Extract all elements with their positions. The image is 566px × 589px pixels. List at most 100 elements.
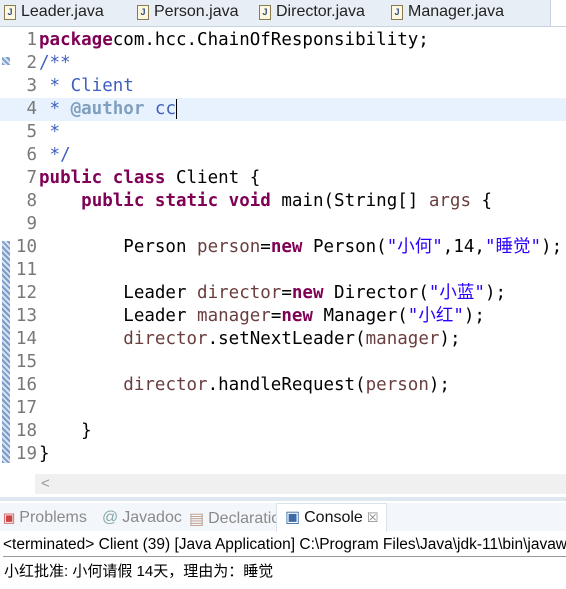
java-file-icon: J [259, 4, 271, 20]
at-icon: @ [102, 509, 119, 526]
code-token: "小蓝" [428, 283, 485, 303]
code-token: Client { [165, 168, 261, 188]
code-token: } [39, 444, 50, 464]
code-line[interactable]: 7 public class Client { [0, 167, 566, 190]
code-line[interactable]: 15 [0, 351, 566, 374]
code-line[interactable]: 8 public static void main(String[] args … [0, 190, 566, 213]
tab-client-java[interactable] [550, 0, 566, 26]
line-number: 11 [15, 260, 37, 280]
declaration-icon: ▤ [189, 511, 205, 528]
console-output: 小红批准: 小何请假 14天，理由为：睡觉 [4, 563, 274, 580]
code-line[interactable]: 5 * [0, 121, 566, 144]
line-number: 17 [15, 398, 37, 418]
code-token: .handleRequest( [207, 375, 366, 395]
code-token: manager [197, 306, 271, 326]
tab-problems[interactable]: ▣ Problems [3, 509, 87, 527]
code-token: person [197, 237, 261, 257]
horizontal-scrollbar[interactable]: < [35, 474, 566, 494]
problems-icon: ▣ [3, 510, 16, 525]
code-line[interactable]: 9 [0, 213, 566, 236]
code-line[interactable]: 12 Leader director=new Director("小蓝"); [0, 282, 566, 305]
line-number: 1 [26, 30, 37, 50]
java-file-icon: J [137, 4, 149, 20]
close-icon[interactable]: ☒ [367, 504, 379, 532]
tab-manager-java[interactable]: J Manager.java [391, 3, 504, 21]
code-line[interactable]: 13 Leader manager=new Manager("小红"); [0, 305, 566, 328]
code-line[interactable]: 1 packagecom.hcc.ChainOfResponsibility; [0, 29, 566, 52]
code-token: { [471, 191, 493, 211]
code-token: person [365, 375, 429, 395]
console-status: <terminated> Client (39) [Java Applicati… [3, 536, 566, 557]
code-token: * Client [39, 76, 134, 96]
code-token: new [281, 306, 313, 326]
line-number: 13 [15, 306, 37, 326]
code-text: * [39, 121, 61, 144]
line-number: 5 [26, 122, 37, 142]
code-token: "睡觉" [484, 237, 542, 257]
code-line[interactable]: 11 [0, 259, 566, 282]
code-text: * Client [39, 75, 134, 98]
code-token: args [428, 191, 472, 211]
code-line[interactable]: 19} [0, 443, 566, 466]
divider [0, 497, 566, 501]
code-text: } [39, 443, 50, 466]
code-token: /** [39, 53, 71, 73]
code-editor[interactable]: 1 packagecom.hcc.ChainOfResponsibility; 2/… [0, 27, 566, 477]
code-token: ); [428, 375, 450, 395]
code-line[interactable]: 14 director.setNextLeader(manager); [0, 328, 566, 351]
code-token: = [270, 306, 282, 326]
line-number: 18 [15, 421, 37, 441]
java-file-icon: J [391, 4, 403, 20]
tab-label: Person.java [154, 3, 239, 20]
line-number: 9 [26, 214, 37, 234]
tab-director-java[interactable]: J Director.java [259, 3, 365, 21]
code-text: Leader director=new Director("小蓝"); [39, 282, 506, 305]
code-line[interactable]: 6 */ [0, 144, 566, 167]
code-token: = [260, 237, 271, 257]
code-text: public class Client { [39, 167, 260, 190]
code-text: /** [39, 52, 71, 75]
code-line[interactable]: 18 } [0, 420, 566, 443]
code-token: ); [484, 283, 507, 303]
code-token: director [197, 283, 282, 303]
code-line[interactable]: 16 director.handleRequest(person); [0, 374, 566, 397]
editor-tab-bar: J Leader.java J Person.java J Director.java… [0, 0, 566, 27]
code-token: Person [39, 237, 198, 257]
line-number: 15 [15, 352, 37, 372]
tab-label: Console [304, 509, 363, 526]
tab-javadoc[interactable]: @ Javadoc [102, 509, 182, 527]
code-text: */ [39, 144, 71, 167]
code-token: ); [439, 329, 461, 349]
console-icon: ▣ [285, 509, 301, 526]
line-number: 14 [15, 329, 37, 349]
tab-person-java[interactable]: J Person.java [137, 3, 239, 21]
tab-console[interactable]: ▣ Console ☒ [276, 503, 388, 532]
scroll-left-arrow[interactable]: < [41, 475, 50, 492]
code-token: */ [39, 145, 71, 165]
code-token: director [123, 329, 208, 349]
code-token: Leader [39, 283, 198, 303]
code-token: director [123, 375, 208, 395]
code-token: package [39, 30, 113, 50]
code-text: director.handleRequest(person); [39, 374, 450, 397]
code-token: cc [144, 99, 176, 119]
code-text: packagecom.hcc.ChainOfResponsibility; [39, 29, 429, 52]
code-line[interactable]: 4 * @author cc [0, 98, 566, 121]
tab-leader-java[interactable]: J Leader.java [4, 3, 104, 21]
code-token: * [39, 99, 71, 119]
code-token: Leader [39, 306, 198, 326]
code-text: } [39, 420, 92, 443]
code-line[interactable]: 3 * Client [0, 75, 566, 98]
code-line[interactable]: 10 Person person=new Person("小何",14,"睡觉"… [0, 236, 566, 259]
code-line[interactable]: 2/** [0, 52, 566, 75]
code-text: Person person=new Person("小何",14,"睡觉"); [39, 236, 562, 259]
tab-declaration[interactable]: ▤ Declaration [189, 509, 289, 529]
line-number: 3 [26, 76, 37, 96]
line-number: 10 [15, 237, 37, 257]
code-line[interactable]: 17 [0, 397, 566, 420]
code-token: Manager( [312, 306, 408, 326]
line-number: 4 [26, 99, 37, 119]
